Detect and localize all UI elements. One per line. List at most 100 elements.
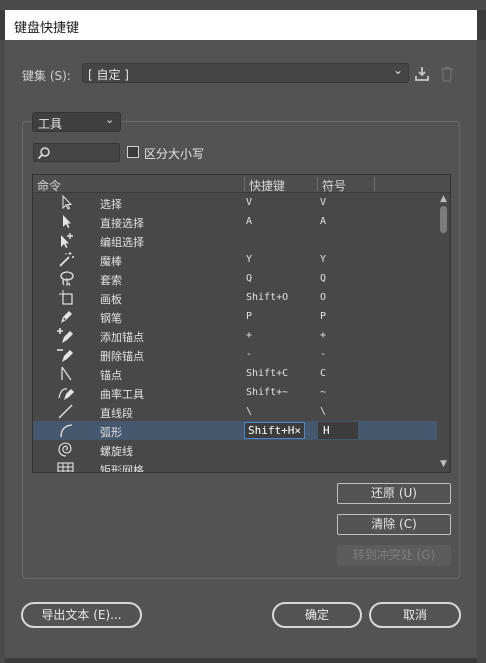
shortcut-value: V: [246, 197, 253, 208]
table-row[interactable]: 曲率工具 Shift+~ ~: [33, 383, 437, 402]
shortcut-value: P: [246, 311, 253, 322]
command-name: 选择: [100, 198, 122, 211]
search-icon: [37, 147, 50, 160]
window-frame-right: [477, 40, 486, 663]
table-body: 选择 V V 直接选择 A A 编组选择 魔棒 Y Y 套索 Q Q 画板 Sh…: [33, 193, 437, 472]
command-name: 编组选择: [100, 236, 144, 249]
command-name: 画板: [100, 293, 122, 306]
command-name: 矩形网格: [100, 464, 144, 472]
shortcut-value: Shift+~: [246, 387, 289, 398]
symbol-value: C: [320, 368, 327, 379]
keyset-dropdown[interactable]: [82, 63, 409, 83]
column-divider[interactable]: [317, 177, 318, 191]
scrollbar-thumb[interactable]: [440, 206, 447, 233]
shortcut-value: Q: [246, 273, 253, 284]
symbol-value: ~: [320, 387, 327, 398]
scrollbar[interactable]: [437, 193, 450, 472]
symbol-value: V: [320, 197, 327, 208]
shortcut-value: -: [246, 349, 253, 360]
dialog-title: 键盘快捷键: [14, 21, 80, 36]
symbol-value: A: [320, 216, 327, 227]
table-row[interactable]: 螺旋线: [33, 440, 437, 459]
table-row[interactable]: 矩形网格: [33, 459, 437, 472]
column-header-shortcut[interactable]: 快捷键: [249, 177, 285, 194]
magic-wand-icon: [59, 252, 74, 267]
symbol-value: Y: [320, 254, 327, 265]
clear-button[interactable]: 清除 (C): [337, 514, 451, 535]
export-text-button[interactable]: 导出文本 (E)...: [21, 602, 142, 628]
command-name: 套索: [100, 274, 122, 287]
table-row[interactable]: 钢笔 P P: [33, 307, 437, 326]
table-header: [33, 175, 450, 193]
shortcut-value: \: [246, 406, 253, 417]
curvature-icon: [58, 388, 74, 400]
table-row[interactable]: 锚点 Shift+C C: [33, 364, 437, 383]
table-row[interactable]: 添加锚点 + +: [33, 326, 437, 345]
table-row-selected[interactable]: 弧形 Shift+H× H: [33, 421, 437, 440]
column-header-command[interactable]: 命令: [37, 177, 61, 194]
goto-conflict-button[interactable]: 转到冲突处 (G): [337, 545, 451, 566]
command-name: 直接选择: [100, 217, 144, 230]
clear-x-icon[interactable]: ×: [294, 424, 301, 437]
table-row[interactable]: 删除锚点 - -: [33, 345, 437, 364]
shortcut-field-value: Shift+H: [248, 424, 295, 437]
command-name: 魔棒: [100, 255, 122, 268]
table-row[interactable]: 选择 V V: [33, 193, 437, 212]
symbol-value: O: [320, 292, 327, 303]
case-sensitive-checkbox[interactable]: [127, 146, 139, 158]
table-row[interactable]: 编组选择: [33, 231, 437, 250]
command-name: 直线段: [100, 407, 133, 420]
group-selection-arrow-icon: [61, 233, 73, 248]
symbol-value: Q: [320, 273, 327, 284]
symbol-value: +: [320, 330, 327, 341]
rectangular-grid-icon: [57, 462, 74, 472]
command-name: 钢笔: [100, 312, 122, 325]
table-row[interactable]: 魔棒 Y Y: [33, 250, 437, 269]
add-anchor-point-icon: [57, 328, 73, 343]
chevron-down-icon: ⌄: [393, 63, 404, 77]
keyset-value: [ 自定 ]: [88, 68, 129, 82]
table-row[interactable]: 直接选择 A A: [33, 212, 437, 231]
command-name: 螺旋线: [100, 445, 133, 458]
scroll-up-icon[interactable]: ▲: [440, 194, 447, 204]
app-top-strip: [0, 0, 486, 10]
table-row[interactable]: 套索 Q Q: [33, 269, 437, 288]
shortcut-value: A: [246, 216, 253, 227]
undo-button[interactable]: 还原 (U): [337, 483, 451, 504]
symbol-value: \: [320, 406, 327, 417]
command-name: 删除锚点: [100, 350, 144, 363]
column-header-symbol[interactable]: 符号: [322, 177, 346, 194]
shortcut-value: Shift+C: [246, 368, 289, 379]
command-name: 弧形: [100, 426, 122, 439]
pen-icon: [61, 311, 72, 323]
direct-selection-arrow-icon: [63, 215, 71, 228]
table-row[interactable]: 直线段 \ \: [33, 402, 437, 421]
command-name: 锚点: [100, 369, 122, 382]
chevron-down-icon: ⌄: [105, 113, 115, 126]
command-name: 添加锚点: [100, 331, 144, 344]
save-icon[interactable]: [414, 66, 430, 82]
shortcut-value: Y: [246, 254, 253, 265]
symbol-value: P: [320, 311, 327, 322]
selection-arrow-icon: [62, 194, 73, 210]
case-sensitive-label: 区分大小写: [144, 147, 205, 161]
artboard-icon: [59, 290, 73, 305]
arc-icon: [60, 424, 73, 438]
column-divider[interactable]: [244, 177, 245, 191]
lasso-icon: [60, 271, 74, 287]
scroll-down-icon[interactable]: ▼: [440, 459, 447, 469]
spiral-icon: [58, 442, 72, 457]
cancel-button[interactable]: 取消: [369, 602, 461, 628]
trash-icon[interactable]: [440, 66, 454, 82]
line-segment-icon: [58, 404, 73, 419]
symbol-field[interactable]: H: [318, 422, 358, 439]
anchor-point-icon: [61, 366, 72, 381]
command-name: 曲率工具: [100, 388, 144, 401]
table-row[interactable]: 画板 Shift+O O: [33, 288, 437, 307]
shortcut-value: Shift+O: [246, 292, 289, 303]
shortcut-value: +: [246, 330, 253, 341]
column-divider[interactable]: [374, 177, 375, 191]
delete-anchor-point-icon: [57, 349, 73, 362]
shortcut-field[interactable]: Shift+H×: [244, 422, 305, 439]
ok-button[interactable]: 确定: [272, 602, 362, 628]
